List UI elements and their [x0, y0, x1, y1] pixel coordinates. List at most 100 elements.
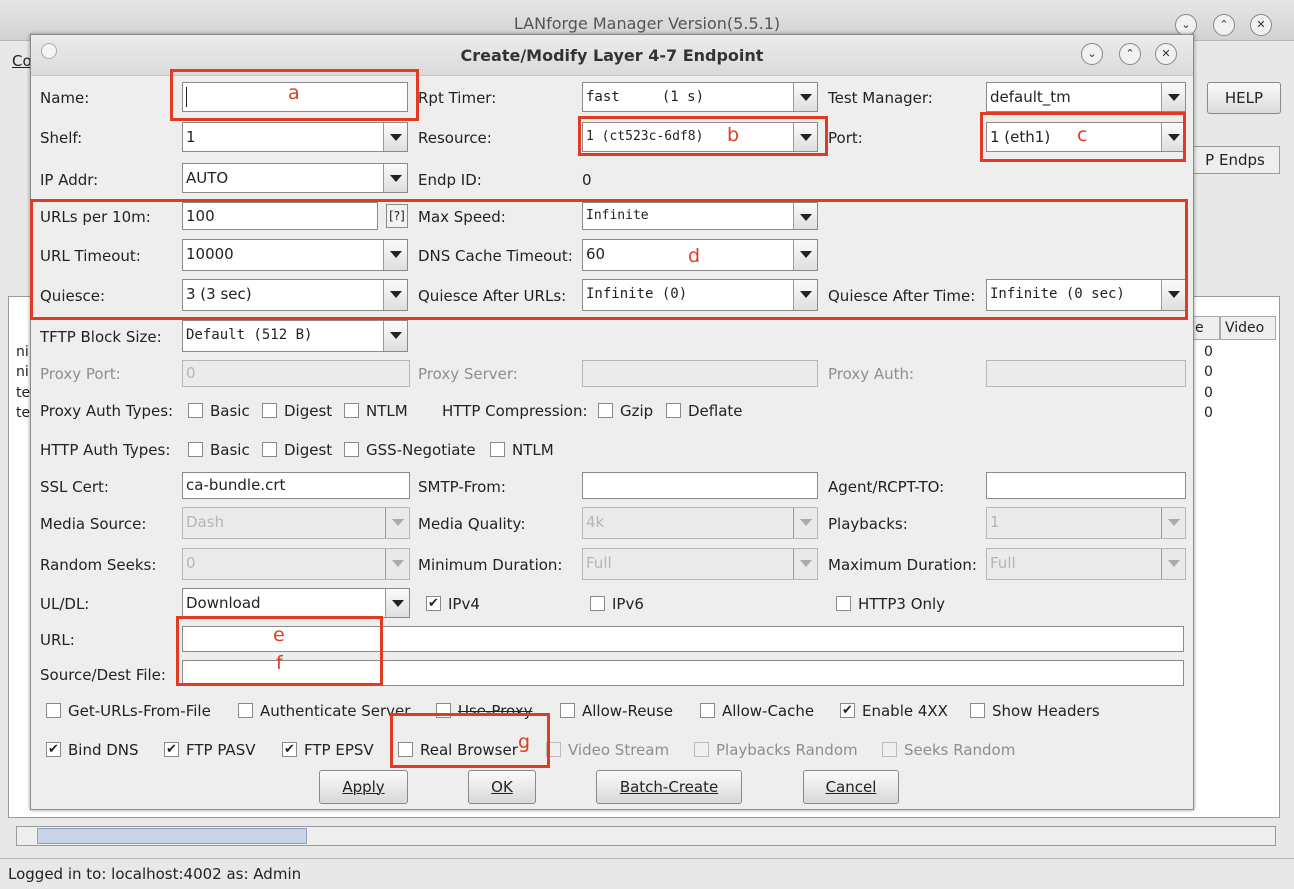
tab-endps[interactable]: P Endps: [1190, 146, 1280, 174]
checkbox-label: NTLM: [366, 402, 408, 420]
checkbox-label: FTP EPSV: [304, 741, 374, 759]
proxy-server-input[interactable]: [582, 360, 818, 387]
media-source-select[interactable]: Dash: [182, 507, 410, 539]
chevron-down-icon[interactable]: [1161, 83, 1185, 111]
chevron-down-icon[interactable]: [385, 589, 409, 617]
get-urls-checkbox[interactable]: [46, 703, 61, 718]
endp-id-value: 0: [582, 171, 592, 189]
checkbox-label: HTTP3 Only: [858, 595, 946, 613]
horizontal-scrollbar[interactable]: [16, 826, 1276, 846]
shelf-select[interactable]: 1: [182, 122, 408, 152]
enable-4xx-checkbox[interactable]: ✔: [840, 703, 855, 718]
gss-negotiate-checkbox[interactable]: [344, 442, 359, 457]
max-duration-label: Maximum Duration:: [828, 556, 977, 574]
ssl-cert-input[interactable]: ca-bundle.crt: [182, 472, 410, 499]
close-icon[interactable]: ✕: [1250, 14, 1272, 36]
auth-server-checkbox[interactable]: [238, 703, 253, 718]
url-label-text: URL:: [40, 631, 75, 649]
random-seeks-value: 0: [186, 554, 196, 572]
table-cell: te: [16, 405, 31, 421]
help-button[interactable]: HELP: [1207, 82, 1281, 114]
smtp-from-input[interactable]: [582, 472, 818, 499]
chevron-down-icon[interactable]: [1161, 549, 1185, 579]
test-manager-value: default_tm: [990, 88, 1071, 106]
chevron-down-icon[interactable]: [383, 321, 407, 351]
gzip-checkbox[interactable]: [598, 403, 613, 418]
min-duration-label: Minimum Duration:: [418, 556, 563, 574]
agent-rcpt-input[interactable]: [986, 472, 1186, 499]
checkbox-label: NTLM: [512, 441, 554, 459]
rpt-timer-label: Rpt Timer:: [418, 89, 497, 107]
chevron-down-icon[interactable]: [385, 508, 409, 538]
checkbox-label: Digest: [284, 441, 333, 459]
ip-addr-value: AUTO: [186, 169, 229, 187]
ftp-epsv-checkbox[interactable]: ✔: [282, 742, 297, 757]
allow-reuse-checkbox[interactable]: [560, 703, 575, 718]
maximize-icon[interactable]: ⌃: [1119, 43, 1141, 65]
rpt-timer-select[interactable]: fast (1 s): [582, 82, 818, 112]
playbacks-select[interactable]: 1: [986, 507, 1186, 539]
annotation-label-d: d: [688, 245, 701, 267]
min-duration-select[interactable]: Full: [582, 548, 818, 580]
media-source-label: Media Source:: [40, 515, 147, 533]
chevron-down-icon[interactable]: [1161, 508, 1185, 538]
media-quality-select[interactable]: 4k: [582, 507, 818, 539]
proxy-ntlm-checkbox[interactable]: [344, 403, 359, 418]
ok-button[interactable]: OK: [468, 770, 536, 804]
maximize-icon[interactable]: ⌃: [1213, 14, 1235, 36]
batch-create-button[interactable]: Batch-Create: [596, 770, 742, 804]
annotation-box-d: [30, 199, 1188, 320]
http-digest-checkbox[interactable]: [262, 442, 277, 457]
uldl-value: Download: [186, 594, 261, 612]
uldl-select[interactable]: Download: [182, 588, 410, 618]
http-ntlm-checkbox[interactable]: [490, 442, 505, 457]
seeks-random-checkbox[interactable]: [882, 742, 897, 757]
proxy-basic-checkbox[interactable]: [188, 403, 203, 418]
ftp-pasv-checkbox[interactable]: ✔: [164, 742, 179, 757]
tftp-select[interactable]: Default (512 B): [182, 320, 408, 352]
chevron-down-icon[interactable]: [793, 508, 817, 538]
chevron-down-icon[interactable]: [793, 83, 817, 111]
minimize-icon[interactable]: ⌄: [1081, 43, 1103, 65]
table-header[interactable]: Video: [1220, 316, 1276, 340]
deflate-checkbox[interactable]: [666, 403, 681, 418]
ipv6-checkbox[interactable]: [590, 596, 605, 611]
checkbox-label: Gzip: [620, 402, 654, 420]
show-headers-checkbox[interactable]: [970, 703, 985, 718]
playbacks-value: 1: [990, 513, 1000, 531]
bind-dns-checkbox[interactable]: ✔: [46, 742, 61, 757]
max-duration-select[interactable]: Full: [986, 548, 1186, 580]
table-header[interactable]: e: [1190, 316, 1220, 340]
checkbox-label: Enable 4XX: [862, 702, 948, 720]
http3-checkbox[interactable]: [836, 596, 851, 611]
proxy-auth-input[interactable]: [986, 360, 1186, 387]
scroll-thumb[interactable]: [37, 828, 307, 844]
ip-addr-select[interactable]: AUTO: [182, 163, 408, 193]
ipv4-checkbox[interactable]: ✔: [426, 596, 441, 611]
chevron-down-icon[interactable]: [385, 549, 409, 579]
port-label: Port:: [828, 129, 863, 147]
media-quality-label: Media Quality:: [418, 515, 526, 533]
test-manager-select[interactable]: default_tm: [986, 82, 1186, 112]
apply-button[interactable]: Apply: [319, 770, 408, 804]
proxy-digest-checkbox[interactable]: [262, 403, 277, 418]
ssl-cert-label: SSL Cert:: [40, 478, 109, 496]
chevron-down-icon[interactable]: [383, 123, 407, 151]
checkbox-label: Video Stream: [568, 741, 670, 759]
cancel-button[interactable]: Cancel: [803, 770, 899, 804]
media-source-value: Dash: [186, 513, 225, 531]
checkbox-label: Basic: [210, 402, 250, 420]
chevron-down-icon[interactable]: [383, 164, 407, 192]
table-cell: 0: [1204, 364, 1213, 380]
minimize-icon[interactable]: ⌄: [1175, 14, 1197, 36]
playbacks-random-checkbox[interactable]: [694, 742, 709, 757]
allow-cache-checkbox[interactable]: [700, 703, 715, 718]
http-compression-label: HTTP Compression:: [442, 402, 588, 420]
tftp-value: Default (512 B): [186, 327, 313, 343]
http-basic-checkbox[interactable]: [188, 442, 203, 457]
proxy-port-input[interactable]: 0: [182, 360, 410, 387]
close-icon[interactable]: ✕: [1155, 43, 1177, 65]
chevron-down-icon[interactable]: [793, 549, 817, 579]
random-seeks-select[interactable]: 0: [182, 548, 410, 580]
menu-fragment[interactable]: Co: [12, 52, 32, 70]
